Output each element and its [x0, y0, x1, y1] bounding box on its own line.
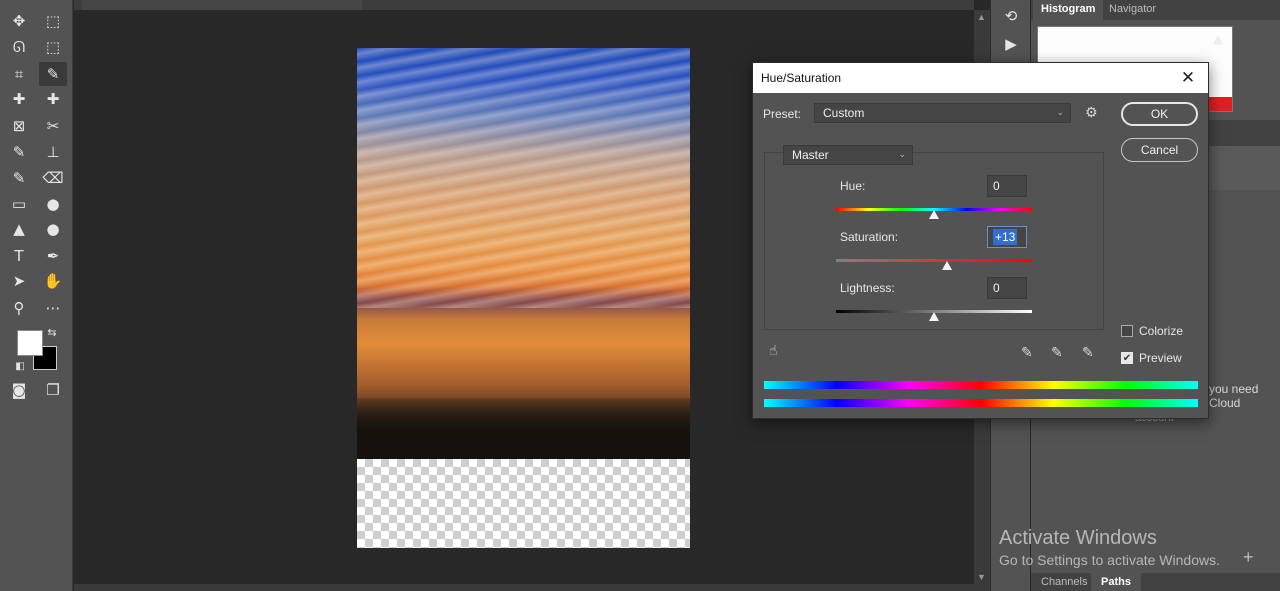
channels-panel-tabs: Channels Paths	[1031, 573, 1280, 591]
scroll-up-icon[interactable]: ▲	[977, 12, 986, 22]
lasso-icon[interactable]: ᘏ	[5, 35, 33, 59]
adjustment-group	[764, 152, 1104, 330]
new-item-icon[interactable]: +	[1243, 547, 1254, 568]
stamp-icon[interactable]: ⊥	[39, 140, 67, 164]
brush-icon[interactable]: ✎	[5, 140, 33, 164]
histogram-panel-tabs: Histogram Navigator	[1031, 0, 1280, 20]
watermark-subtitle: Go to Settings to activate Windows.	[999, 552, 1220, 568]
chevron-down-icon: ⌄	[1056, 108, 1064, 118]
channel-dropdown[interactable]: Master ⌄	[783, 145, 913, 165]
status-bar	[74, 584, 990, 591]
cloud-texture	[357, 48, 690, 308]
chevron-down-icon: ⌄	[898, 150, 906, 160]
swap-colors-icon[interactable]: ⇆	[44, 324, 60, 340]
dialog-title: Hue/Saturation	[753, 63, 1208, 93]
path-select-icon[interactable]: ➤	[5, 269, 33, 293]
output-color-spectrum	[764, 399, 1198, 407]
preview-label: Preview	[1139, 351, 1182, 365]
history-brush-icon[interactable]: ✎	[5, 166, 33, 190]
screen-mode-icon[interactable]: ❐	[39, 378, 67, 402]
scissors-icon[interactable]: ✂	[39, 114, 67, 138]
default-colors-icon[interactable]: ◧	[12, 358, 28, 374]
crop-icon[interactable]: ⌗	[5, 62, 33, 86]
hue-value: 0	[993, 179, 1000, 193]
gear-icon[interactable]: ⚙	[1085, 105, 1098, 121]
preview-checkbox[interactable]: ✔	[1121, 352, 1133, 364]
lightness-value: 0	[993, 281, 1000, 295]
photoshop-window: ✥ ⬚ ᘏ ⬚ ⌗ ✎ ✚ ✚ ⊠ ✂ ✎ ⊥ ✎ ⌫ ▭ ● ▲ ● T ✒ ➤ ✋ ⚲ ⋯ ◙ ❐ ⇆ ◧ ▲ ▼ ⟲ ▶ H…	[0, 0, 1280, 591]
saturation-slider-thumb[interactable]	[942, 261, 952, 270]
ok-button[interactable]: OK	[1121, 102, 1198, 126]
pen-icon[interactable]: ✒	[39, 244, 67, 268]
blur-icon[interactable]: ●	[39, 192, 67, 216]
saturation-slider-track[interactable]	[836, 259, 1032, 262]
histogram-warning-icon[interactable]: ▲	[1213, 32, 1223, 47]
document-image[interactable]	[357, 48, 690, 548]
activate-windows-watermark: Activate Windows Go to Settings to activ…	[999, 527, 1220, 568]
input-color-spectrum	[764, 381, 1198, 389]
history-icon[interactable]: ⟲	[995, 2, 1027, 30]
cloud-message-line1: you need	[1209, 382, 1259, 396]
check-icon: ✔	[1122, 353, 1132, 364]
gradient-icon[interactable]: ▭	[5, 192, 33, 216]
zoom-icon[interactable]: ⚲	[5, 296, 33, 320]
cloud-message: you need Cloud	[1209, 382, 1258, 410]
preset-label: Preset:	[763, 107, 802, 121]
tab-paths[interactable]: Paths	[1091, 573, 1141, 591]
type-icon[interactable]: T	[5, 244, 33, 268]
hue-saturation-dialog: Hue/Saturation ✕ Preset: Custom ⌄ ⚙ OK C…	[752, 62, 1209, 419]
hue-input[interactable]: 0	[987, 175, 1027, 197]
eyedropper-subtract-icon[interactable]: ✎	[1082, 345, 1094, 361]
quick-mask-icon[interactable]: ◙	[5, 378, 33, 402]
histogram-bar	[1206, 97, 1232, 111]
object-select-icon[interactable]: ⬚	[39, 35, 67, 59]
targeted-adjustment-hand-icon[interactable]: ☝	[769, 343, 778, 359]
marquee-icon[interactable]: ⬚	[39, 9, 67, 33]
frame-icon[interactable]: ⊠	[5, 114, 33, 138]
preset-dropdown[interactable]: Custom ⌄	[814, 103, 1071, 123]
saturation-label: Saturation:	[840, 230, 899, 244]
close-icon[interactable]: ✕	[1176, 63, 1200, 93]
foreground-color-swatch[interactable]	[17, 330, 43, 356]
document-tab[interactable]	[82, 0, 362, 10]
watermark-title: Activate Windows	[999, 527, 1157, 549]
scroll-down-icon[interactable]: ▼	[977, 572, 986, 582]
actions-play-icon[interactable]: ▶	[995, 30, 1027, 58]
preset-value: Custom	[823, 106, 865, 120]
tab-navigator[interactable]: Navigator	[1101, 0, 1164, 20]
eyedropper-icon[interactable]: ✎	[1021, 345, 1033, 361]
eyedropper-icon[interactable]: ✎	[39, 62, 67, 86]
dodge-icon[interactable]: ▲	[5, 217, 33, 241]
lightness-input[interactable]: 0	[987, 277, 1027, 299]
tools-panel: ✥ ⬚ ᘏ ⬚ ⌗ ✎ ✚ ✚ ⊠ ✂ ✎ ⊥ ✎ ⌫ ▭ ● ▲ ● T ✒ ➤ ✋ ⚲ ⋯ ◙ ❐	[0, 0, 73, 591]
cancel-button[interactable]: Cancel	[1121, 138, 1198, 162]
healing-brush-icon[interactable]: ✚	[5, 87, 33, 111]
hue-slider-thumb[interactable]	[929, 210, 939, 219]
patch-icon[interactable]: ✚	[39, 87, 67, 111]
more-icon[interactable]: ⋯	[39, 296, 67, 320]
hue-label: Hue:	[840, 179, 866, 193]
document-tab-bar	[74, 0, 974, 10]
colorize-label: Colorize	[1139, 324, 1184, 338]
hand-icon[interactable]: ✋	[39, 269, 67, 293]
cloud-message-line2: Cloud	[1209, 396, 1241, 410]
saturation-value: +13	[993, 229, 1018, 245]
lightness-slider-thumb[interactable]	[929, 312, 939, 321]
tab-histogram[interactable]: Histogram	[1033, 0, 1104, 20]
sponge-icon[interactable]: ●	[39, 217, 67, 241]
saturation-input[interactable]: +13	[987, 226, 1027, 248]
lightness-label: Lightness:	[840, 281, 895, 295]
move-icon[interactable]: ✥	[5, 9, 33, 33]
transparent-area	[357, 459, 690, 548]
tab-channels[interactable]: Channels	[1031, 573, 1097, 591]
colorize-checkbox[interactable]	[1121, 325, 1133, 337]
channel-value: Master	[792, 148, 829, 162]
eyedropper-add-icon[interactable]: ✎	[1051, 345, 1063, 361]
grass-silhouette	[357, 398, 690, 459]
eraser-icon[interactable]: ⌫	[39, 166, 67, 190]
